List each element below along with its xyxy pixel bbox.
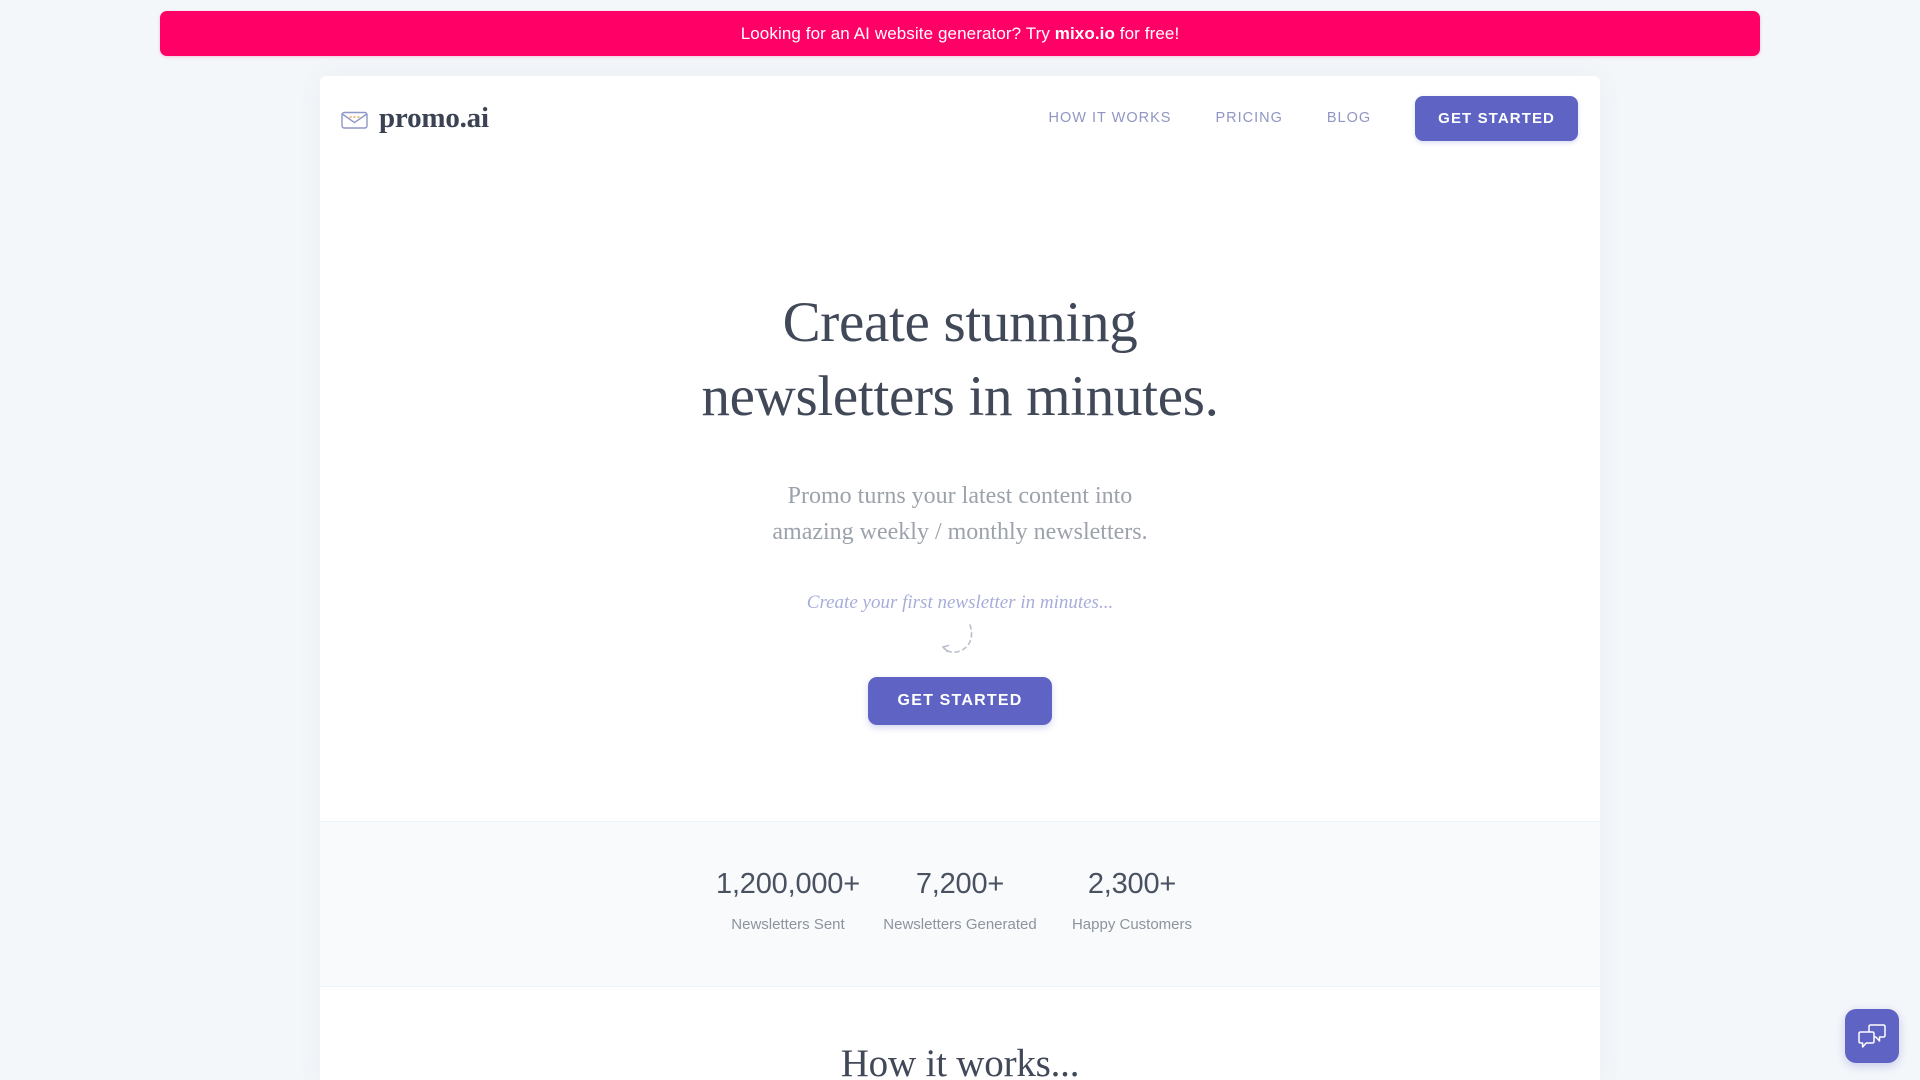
promo-banner-brand: mixo.io [1054,23,1115,43]
how-it-works-section: How it works... [320,987,1600,1080]
promo-banner[interactable]: Looking for an AI website generator? Try… [160,11,1760,56]
hero-subtitle-line-2: amazing weekly / monthly newsletters. [772,518,1148,545]
envelope-icon [341,108,368,129]
stat-label: Happy Customers [1071,915,1193,933]
stat-value: 7,200+ [915,868,1005,900]
promo-banner-text-before: Looking for an AI website generator? Try [740,23,1055,43]
hero-get-started-button[interactable]: GET STARTED [867,677,1053,726]
main-navigation: HOW IT WORKS PRICING BLOG GET STARTED [1027,95,1578,141]
hero-subtitle: Promo turns your latest content into ama… [772,479,1147,550]
stat-item: 7,200+ Newsletters Generated [874,822,1046,936]
brand-name: promo.ai [379,101,489,134]
hero-title-line-2: newsletters in minutes. [701,364,1219,428]
chat-widget-button[interactable] [1845,1009,1899,1063]
header-get-started-button[interactable]: GET STARTED [1415,95,1578,141]
nav-link-how-it-works[interactable]: HOW IT WORKS [1027,102,1194,134]
promo-banner-text-after: for free! [1114,23,1180,43]
stat-value: 1,200,000+ [716,868,860,900]
brand-logo[interactable]: promo.ai [341,101,489,134]
site-header: promo.ai HOW IT WORKS PRICING BLOG GET S… [320,76,1600,160]
chat-bubbles-icon [1857,1023,1887,1049]
hero-title: Create stunning newsletters in minutes. [701,286,1218,433]
stats-band: 1,200,000+ Newsletters Sent 7,200+ Newsl… [320,821,1600,987]
stat-item: 1,200,000+ Newsletters Sent [702,822,874,936]
stat-value: 2,300+ [1087,868,1177,900]
stat-label: Newsletters Sent [731,915,845,933]
hero-note: Create your first newsletter in minutes.… [806,592,1114,614]
how-it-works-title: How it works... [840,1042,1080,1080]
hero-title-line-1: Create stunning [782,291,1138,354]
stat-item: 2,300+ Happy Customers [1046,822,1218,936]
curved-dashed-arrow-icon [930,621,990,669]
nav-link-blog[interactable]: BLOG [1305,102,1393,134]
page-content-card: promo.ai HOW IT WORKS PRICING BLOG GET S… [320,76,1600,1080]
nav-link-pricing[interactable]: PRICING [1193,102,1304,134]
hero-section: Create stunning newsletters in minutes. … [320,160,1600,821]
stat-label: Newsletters Generated [883,915,1037,933]
hero-subtitle-line-1: Promo turns your latest content into [787,483,1133,510]
